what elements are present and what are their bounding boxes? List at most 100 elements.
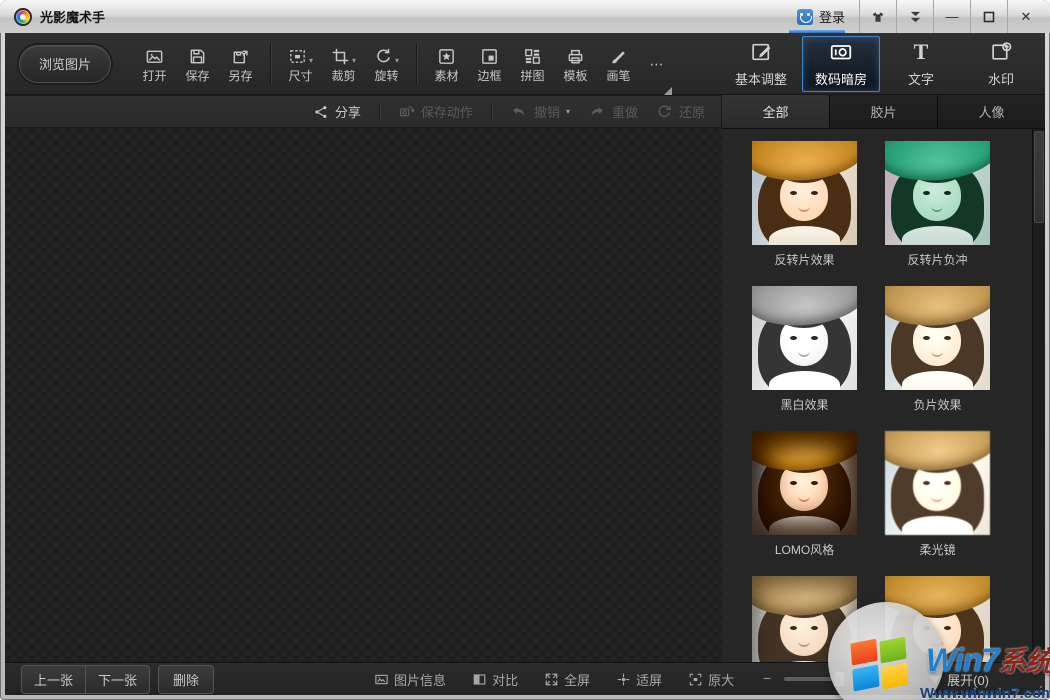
open-button[interactable]: 打开 bbox=[133, 46, 176, 82]
restore-button[interactable]: 还原 bbox=[656, 102, 705, 121]
scrollbar-thumb[interactable] bbox=[1034, 131, 1044, 223]
effect-item[interactable]: 反转片效果 bbox=[752, 141, 857, 268]
compare-button[interactable]: 对比 bbox=[472, 670, 518, 689]
zoom-control: − bbox=[760, 672, 922, 686]
fit-screen-label: 适屏 bbox=[636, 670, 662, 689]
tab-film-effects[interactable]: 胶片 bbox=[830, 95, 938, 128]
zoom-out-button[interactable]: − bbox=[760, 672, 774, 686]
tab-watermark[interactable]: 水印 bbox=[962, 36, 1040, 92]
watermark-plus-icon bbox=[990, 40, 1013, 63]
effect-item[interactable] bbox=[885, 576, 990, 662]
zoom-slider-thumb[interactable] bbox=[834, 671, 845, 687]
crop-icon bbox=[331, 47, 350, 66]
main-toolbar: 浏览图片 打开 保存 另存 ▾ 尺寸 bbox=[5, 33, 1045, 95]
chevron-down-icon[interactable]: ▾ bbox=[566, 107, 570, 117]
tab-digital-darkroom[interactable]: 数码暗房 bbox=[802, 36, 880, 92]
original-size-label: 原大 bbox=[708, 670, 734, 689]
original-size-button[interactable]: 原大 bbox=[688, 670, 734, 689]
chevron-down-icon[interactable]: ▾ bbox=[309, 56, 313, 66]
chevron-down-icon[interactable]: ▾ bbox=[352, 56, 356, 66]
resize-grip[interactable] bbox=[1032, 682, 1042, 692]
fit-screen-icon bbox=[616, 672, 631, 687]
image-info-icon bbox=[374, 672, 389, 687]
expand-queue-button[interactable]: 展开(0) bbox=[929, 670, 1035, 689]
material-button[interactable]: 素材 bbox=[425, 46, 468, 82]
previous-image-button[interactable]: 上一张 bbox=[22, 666, 86, 693]
material-label: 素材 bbox=[434, 70, 458, 82]
tab-basic-adjust-label: 基本调整 bbox=[735, 69, 787, 88]
effect-item[interactable]: 反转片负冲 bbox=[885, 141, 990, 268]
image-canvas[interactable] bbox=[5, 128, 722, 662]
size-button[interactable]: ▾ 尺寸 bbox=[279, 46, 322, 82]
rotate-button[interactable]: ▾ 旋转 bbox=[365, 46, 408, 82]
login-label: 登录 bbox=[819, 7, 845, 26]
border-label: 边框 bbox=[477, 70, 501, 82]
toolbar-separator bbox=[416, 43, 417, 85]
share-label: 分享 bbox=[335, 102, 361, 121]
brush-button[interactable]: 画笔 bbox=[597, 46, 640, 82]
chevron-down-icon[interactable]: ▾ bbox=[395, 56, 399, 66]
size-label: 尺寸 bbox=[288, 70, 312, 82]
effect-thumbnail bbox=[752, 431, 857, 535]
fullscreen-label: 全屏 bbox=[564, 670, 590, 689]
undo-icon bbox=[510, 103, 528, 121]
skin-button[interactable] bbox=[859, 0, 896, 33]
fullscreen-icon bbox=[544, 672, 559, 687]
collapse-button[interactable] bbox=[896, 0, 933, 33]
save-as-button[interactable]: 另存 bbox=[219, 46, 262, 82]
tab-all-effects[interactable]: 全部 bbox=[722, 95, 830, 128]
effect-thumbnail bbox=[885, 576, 990, 662]
next-image-button[interactable]: 下一张 bbox=[86, 666, 149, 693]
tab-text[interactable]: T 文字 bbox=[882, 36, 960, 92]
tab-portrait-effects[interactable]: 人像 bbox=[938, 95, 1045, 128]
grid-collage-icon bbox=[523, 47, 542, 66]
fit-screen-button[interactable]: 适屏 bbox=[616, 670, 662, 689]
effects-scrollbar[interactable] bbox=[1032, 129, 1045, 662]
collage-button[interactable]: 拼图 bbox=[511, 46, 554, 82]
border-button[interactable]: 边框 bbox=[468, 46, 511, 82]
login-button[interactable]: 登录 bbox=[783, 0, 859, 33]
delete-image-button[interactable]: 删除 bbox=[158, 665, 214, 694]
app-window: 光影魔术手 登录 — ✕ bbox=[0, 0, 1050, 700]
view-controls: 图片信息 对比 全屏 适屏 原大 bbox=[374, 670, 734, 689]
save-action-button[interactable]: 保存动作 bbox=[398, 102, 473, 121]
tab-text-label: 文字 bbox=[908, 69, 934, 88]
effect-item[interactable]: 柔光镜 bbox=[885, 431, 990, 558]
effect-item[interactable]: 负片效果 bbox=[885, 286, 990, 413]
effect-item[interactable]: 黑白效果 bbox=[752, 286, 857, 413]
expand-label: 展开(0) bbox=[947, 670, 989, 689]
effect-label: 柔光镜 bbox=[919, 542, 955, 558]
template-label: 模板 bbox=[563, 70, 587, 82]
collage-label: 拼图 bbox=[520, 70, 544, 82]
browse-images-button[interactable]: 浏览图片 bbox=[19, 45, 111, 83]
printer-icon bbox=[566, 47, 585, 66]
redo-icon bbox=[588, 103, 606, 121]
fullscreen-button[interactable]: 全屏 bbox=[544, 670, 590, 689]
effect-thumbnail bbox=[752, 286, 857, 390]
zoom-slider[interactable] bbox=[784, 677, 922, 681]
close-button[interactable]: ✕ bbox=[1007, 0, 1044, 33]
effect-item[interactable] bbox=[752, 576, 857, 662]
crop-button[interactable]: ▾ 裁剪 bbox=[322, 46, 365, 82]
share-button[interactable]: 分享 bbox=[313, 102, 361, 121]
maximize-button[interactable] bbox=[970, 0, 1007, 33]
template-button[interactable]: 模板 bbox=[554, 46, 597, 82]
crop-label: 裁剪 bbox=[331, 70, 355, 82]
image-info-button[interactable]: 图片信息 bbox=[374, 670, 446, 689]
save-button[interactable]: 保存 bbox=[176, 46, 219, 82]
tab-watermark-label: 水印 bbox=[988, 69, 1014, 88]
more-tools-button[interactable]: ⋯ bbox=[640, 57, 674, 71]
window-title: 光影魔术手 bbox=[40, 7, 783, 26]
effect-label: 反转片效果 bbox=[774, 252, 834, 268]
redo-button[interactable]: 重做 bbox=[588, 102, 638, 121]
compare-label: 对比 bbox=[492, 670, 518, 689]
material-star-icon bbox=[437, 47, 456, 66]
text-tool-icon: T bbox=[914, 40, 929, 64]
restore-icon bbox=[656, 103, 673, 120]
minimize-button[interactable]: — bbox=[933, 0, 970, 33]
tab-basic-adjust[interactable]: 基本调整 bbox=[722, 36, 800, 92]
undo-button[interactable]: 撤销 ▾ bbox=[510, 102, 570, 121]
triangle-down-icon bbox=[929, 676, 941, 683]
action-separator bbox=[491, 103, 492, 121]
effect-item[interactable]: LOMO风格 bbox=[752, 431, 857, 558]
